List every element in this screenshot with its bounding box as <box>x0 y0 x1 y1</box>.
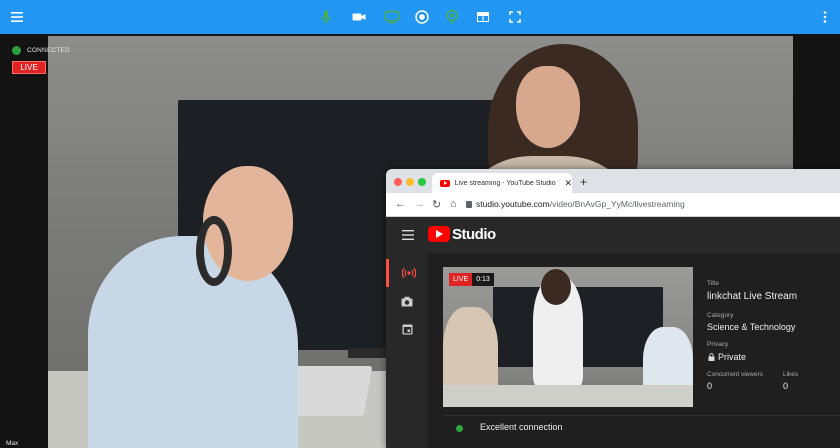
url-field[interactable]: studio.youtube.com/video/BnAvGp_YyMc/liv… <box>476 199 685 209</box>
lock-icon <box>708 353 715 361</box>
lock-icon <box>466 201 472 208</box>
connection-status-dot <box>12 46 21 55</box>
live-broadcast-icon <box>401 267 416 279</box>
title-label: Title <box>707 280 720 287</box>
record-icon[interactable] <box>412 7 432 27</box>
studio-header: Studio <box>386 217 840 253</box>
youtube-logo-icon[interactable] <box>428 226 450 242</box>
privacy-value: Private <box>718 352 747 362</box>
participant-name: Max <box>6 440 19 447</box>
category-value: Science & Technology <box>707 322 796 332</box>
preview-live-label: LIVE <box>449 273 473 286</box>
browser-tab[interactable]: Live streaming - YouTube Studio ✕ <box>432 173 572 193</box>
sidebar-item-calendar[interactable] <box>386 315 428 343</box>
likes-value: 0 <box>783 381 789 391</box>
studio-menu-icon[interactable] <box>402 230 414 240</box>
likes-label: Likes <box>783 371 799 378</box>
camera-icon <box>401 296 413 306</box>
fullscreen-icon[interactable] <box>505 7 525 27</box>
connection-health-dot <box>456 425 463 432</box>
browser-tab-title: Live streaming - YouTube Studio <box>454 179 556 187</box>
studio-logo-text[interactable]: Studio <box>452 226 496 243</box>
back-icon[interactable]: ← <box>395 198 406 210</box>
window-close-button[interactable] <box>394 178 402 186</box>
live-badge: LIVE <box>12 61 46 74</box>
sidebar-item-live[interactable] <box>386 259 428 287</box>
monitor-icon[interactable] <box>382 7 402 27</box>
window-minimize-button[interactable] <box>406 178 414 186</box>
forward-icon[interactable]: → <box>414 198 425 210</box>
calendar-icon <box>402 324 412 335</box>
more-vertical-icon[interactable] <box>815 7 835 27</box>
category-label: Category <box>707 312 734 319</box>
menu-icon[interactable] <box>7 7 27 27</box>
layout-icon[interactable] <box>473 7 493 27</box>
sidebar-item-camera[interactable] <box>386 287 428 315</box>
preview-live-indicator: LIVE 0:13 <box>449 273 494 286</box>
studio-content: LIVE 0:13 Title linkchat Live Stream Cat… <box>428 253 840 448</box>
camera-icon[interactable] <box>349 7 369 27</box>
youtube-favicon-icon <box>440 179 450 187</box>
preview-scene-table <box>443 385 693 407</box>
browser-window: Live streaming - YouTube Studio ✕ + ← → … <box>386 169 840 448</box>
window-maximize-button[interactable] <box>418 178 426 186</box>
preview-scene-person-head <box>541 269 571 305</box>
connection-status-text: CONNECTED <box>27 47 70 54</box>
stream-preview[interactable]: LIVE 0:13 <box>443 267 693 407</box>
url-path: /video/BnAvGp_YyMc/livestreaming <box>549 199 685 209</box>
studio-sidebar <box>386 253 428 448</box>
url-host: studio.youtube.com <box>476 199 550 209</box>
viewers-value: 0 <box>707 381 713 391</box>
app-window: CONNECTED LIVE Max Live streaming - YouT… <box>0 0 840 448</box>
address-bar: ← → ↻ ⌂ studio.youtube.com/video/BnAvGp_… <box>386 193 840 217</box>
connection-status-row: Excellent connection <box>443 415 840 439</box>
connection-health-text: Excellent connection <box>480 422 563 432</box>
reload-icon[interactable]: ↻ <box>432 198 441 211</box>
privacy-label: Privacy <box>707 341 729 348</box>
tab-close-icon[interactable]: ✕ <box>564 178 572 189</box>
top-toolbar <box>0 0 840 34</box>
title-value: linkchat Live Stream <box>707 291 798 302</box>
video-scene-headphones <box>196 216 232 286</box>
new-tab-icon[interactable]: + <box>580 175 587 189</box>
connection-indicator: CONNECTED <box>12 46 70 55</box>
microphone-icon[interactable] <box>316 7 336 27</box>
video-scene-person-face <box>516 66 580 148</box>
viewers-label: Concurrent viewers <box>707 371 763 378</box>
broadcast-icon[interactable] <box>442 7 462 27</box>
browser-tab-bar: Live streaming - YouTube Studio ✕ + <box>386 169 840 193</box>
preview-elapsed-time: 0:13 <box>472 273 494 286</box>
home-icon[interactable]: ⌂ <box>450 198 457 210</box>
